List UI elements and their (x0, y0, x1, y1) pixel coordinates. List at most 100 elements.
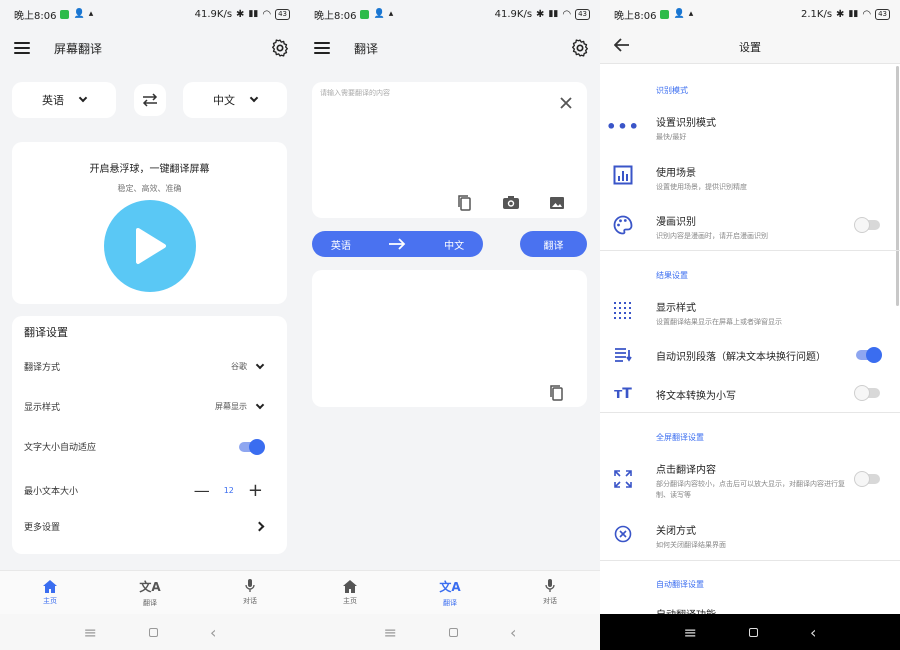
row-min-text-size: 最小文本大小 — 12 + (24, 480, 263, 501)
row-label: 最小文本大小 (24, 487, 79, 497)
item-lowercase: 将文本转换为小写 (656, 387, 848, 402)
item-title: 设置识别模式 (656, 118, 716, 129)
recents-icon[interactable]: ≡ (84, 623, 97, 642)
row-more-settings[interactable]: 更多设置 (24, 520, 265, 533)
item-recognition-mode[interactable]: 设置识别模式 最快/最好 (656, 114, 848, 143)
row-label: 显示样式 (24, 403, 61, 413)
nav-translate[interactable]: 文A 翻译 (400, 571, 500, 614)
gear-icon[interactable] (570, 38, 590, 58)
wechat-icon (360, 9, 370, 19)
translate-icon: 文A (139, 579, 161, 594)
settings-title: 翻译设置 (24, 326, 68, 339)
grid-dots-icon (612, 300, 634, 322)
lowercase-toggle[interactable] (854, 385, 880, 401)
input-card: 请输入需要翻译的内容 (312, 82, 587, 218)
section-auto: 自动翻译设置 (656, 580, 704, 589)
row-value: 谷歌 (231, 362, 247, 371)
nav-label: 翻译 (443, 598, 457, 607)
click-translate-toggle[interactable] (854, 471, 880, 487)
image-icon[interactable] (548, 194, 566, 212)
close-icon[interactable] (557, 94, 575, 112)
comic-toggle[interactable] (854, 217, 880, 233)
item-usage-scene[interactable]: 使用场景 设置使用场景，提供识别精度 (656, 164, 848, 193)
item-display-style[interactable]: 显示样式 设置翻译结果显示在屏幕上或者弹窗显示 (656, 299, 848, 328)
item-subtitle: 设置翻译结果显示在屏幕上或者弹窗显示 (656, 318, 782, 326)
back-icon[interactable]: ‹ (210, 623, 216, 642)
nav-home[interactable]: 主页 (300, 571, 400, 614)
mic-icon (545, 579, 555, 592)
item-subtitle: 设置使用场景，提供识别精度 (656, 183, 747, 191)
translate-button[interactable]: 翻译 (520, 231, 587, 257)
app-icon: ▴ (388, 9, 394, 19)
item-click-translate: 点击翻译内容 部分翻译内容较小，点击后可以放大显示，对翻译内容进行复制、读写等 (656, 461, 848, 501)
recents-icon[interactable]: ≡ (384, 623, 397, 642)
expand-icon (612, 468, 634, 490)
app-icon: ▴ (88, 9, 94, 19)
nav-translate[interactable]: 文A 翻译 (100, 571, 200, 614)
chevron-down-icon (249, 93, 259, 103)
gear-icon[interactable] (270, 38, 290, 58)
lang-pair-pill[interactable]: 英语 中文 (312, 231, 483, 257)
swap-lang-button[interactable] (134, 84, 166, 116)
wifi-icon: ◠ (262, 8, 272, 20)
copy-icon[interactable] (456, 194, 474, 212)
item-title: 漫画识别 (656, 217, 696, 228)
signal-icon: ▮▮ (848, 9, 859, 19)
item-auto-translate[interactable]: 自动翻译功能 (656, 606, 848, 614)
status-bar: 晚上8:06 👤 ▴ 41.9K/s ✱ ▮▮ ◠ 43 (0, 0, 300, 28)
input-placeholder[interactable]: 请输入需要翻译的内容 (320, 88, 390, 98)
auto-paragraph-toggle[interactable] (856, 347, 882, 363)
app-bar: 翻译 (300, 28, 600, 68)
status-time: 晚上8:06 (14, 10, 57, 22)
home-sys-icon[interactable] (149, 627, 158, 637)
swap-icon (142, 93, 158, 107)
screen-home: 晚上8:06 👤 ▴ 41.9K/s ✱ ▮▮ ◠ 43 屏幕翻译 英语 中文 开启悬浮球，… (0, 0, 300, 650)
app-bar: 屏幕翻译 (0, 28, 300, 68)
row-display-style[interactable]: 显示样式 屏幕显示 (24, 400, 265, 413)
translate-settings-card: 翻译设置 翻译方式 谷歌 显示样式 屏幕显示 文字大小自动适应 最小文本大小 —… (12, 316, 287, 554)
menu-icon[interactable] (314, 42, 330, 54)
wifi-icon: ◠ (862, 8, 872, 20)
back-icon[interactable]: ‹ (510, 623, 516, 642)
row-label: 更多设置 (24, 523, 61, 533)
chevron-down-icon (78, 93, 88, 103)
nav-dialog[interactable]: 对话 (200, 571, 300, 614)
paragraph-icon (612, 344, 634, 366)
item-subtitle: 识别内容是漫画时，请开启漫画识别 (656, 232, 768, 240)
chevron-right-icon (254, 521, 265, 532)
nav-home[interactable]: 主页 (0, 571, 100, 614)
home-sys-icon[interactable] (449, 627, 458, 637)
net-speed: 41.9K/s (194, 8, 233, 20)
minus-button[interactable]: — (194, 481, 210, 500)
item-close-method[interactable]: 关闭方式 如何关闭翻译结果界面 (656, 522, 848, 551)
item-title: 自动翻译功能 (656, 606, 848, 614)
plus-button[interactable]: + (248, 480, 263, 501)
app-icon: ▴ (688, 9, 694, 19)
source-lang-select[interactable]: 英语 (12, 82, 116, 118)
target-lang-select[interactable]: 中文 (183, 82, 287, 118)
auto-font-toggle[interactable] (239, 438, 265, 455)
camera-icon[interactable] (502, 194, 520, 212)
chevron-down-icon (255, 400, 265, 409)
copy-icon[interactable] (548, 384, 566, 402)
target-lang-label: 中文 (213, 94, 235, 107)
float-title: 开启悬浮球，一键翻译屏幕 (89, 164, 210, 175)
status-bar: 晚上8:06 👤 ▴ 41.9K/s ✱ ▮▮ ◠ 43 (300, 0, 600, 28)
start-float-button[interactable] (104, 200, 196, 292)
user-icon: 👤 (673, 9, 685, 19)
user-icon: 👤 (373, 9, 385, 19)
nav-dialog[interactable]: 对话 (500, 571, 600, 614)
system-nav: ≡ ‹ (600, 614, 900, 650)
scrollbar[interactable] (896, 66, 899, 306)
menu-icon[interactable] (14, 42, 30, 54)
screen-settings: 晚上8:06 👤 ▴ 2.1K/s ✱ ▮▮ ◠ 43 设置 识别模式 ••• 设置识别模式… (600, 0, 900, 650)
divider (600, 250, 900, 251)
chart-icon (612, 164, 634, 186)
user-icon: 👤 (73, 9, 85, 19)
status-time: 晚上8:06 (614, 10, 657, 22)
row-translate-method[interactable]: 翻译方式 谷歌 (24, 360, 265, 373)
recents-icon[interactable]: ≡ (684, 623, 697, 642)
home-icon (343, 579, 357, 593)
home-sys-icon[interactable] (749, 627, 758, 637)
back-icon[interactable]: ‹ (810, 623, 816, 642)
